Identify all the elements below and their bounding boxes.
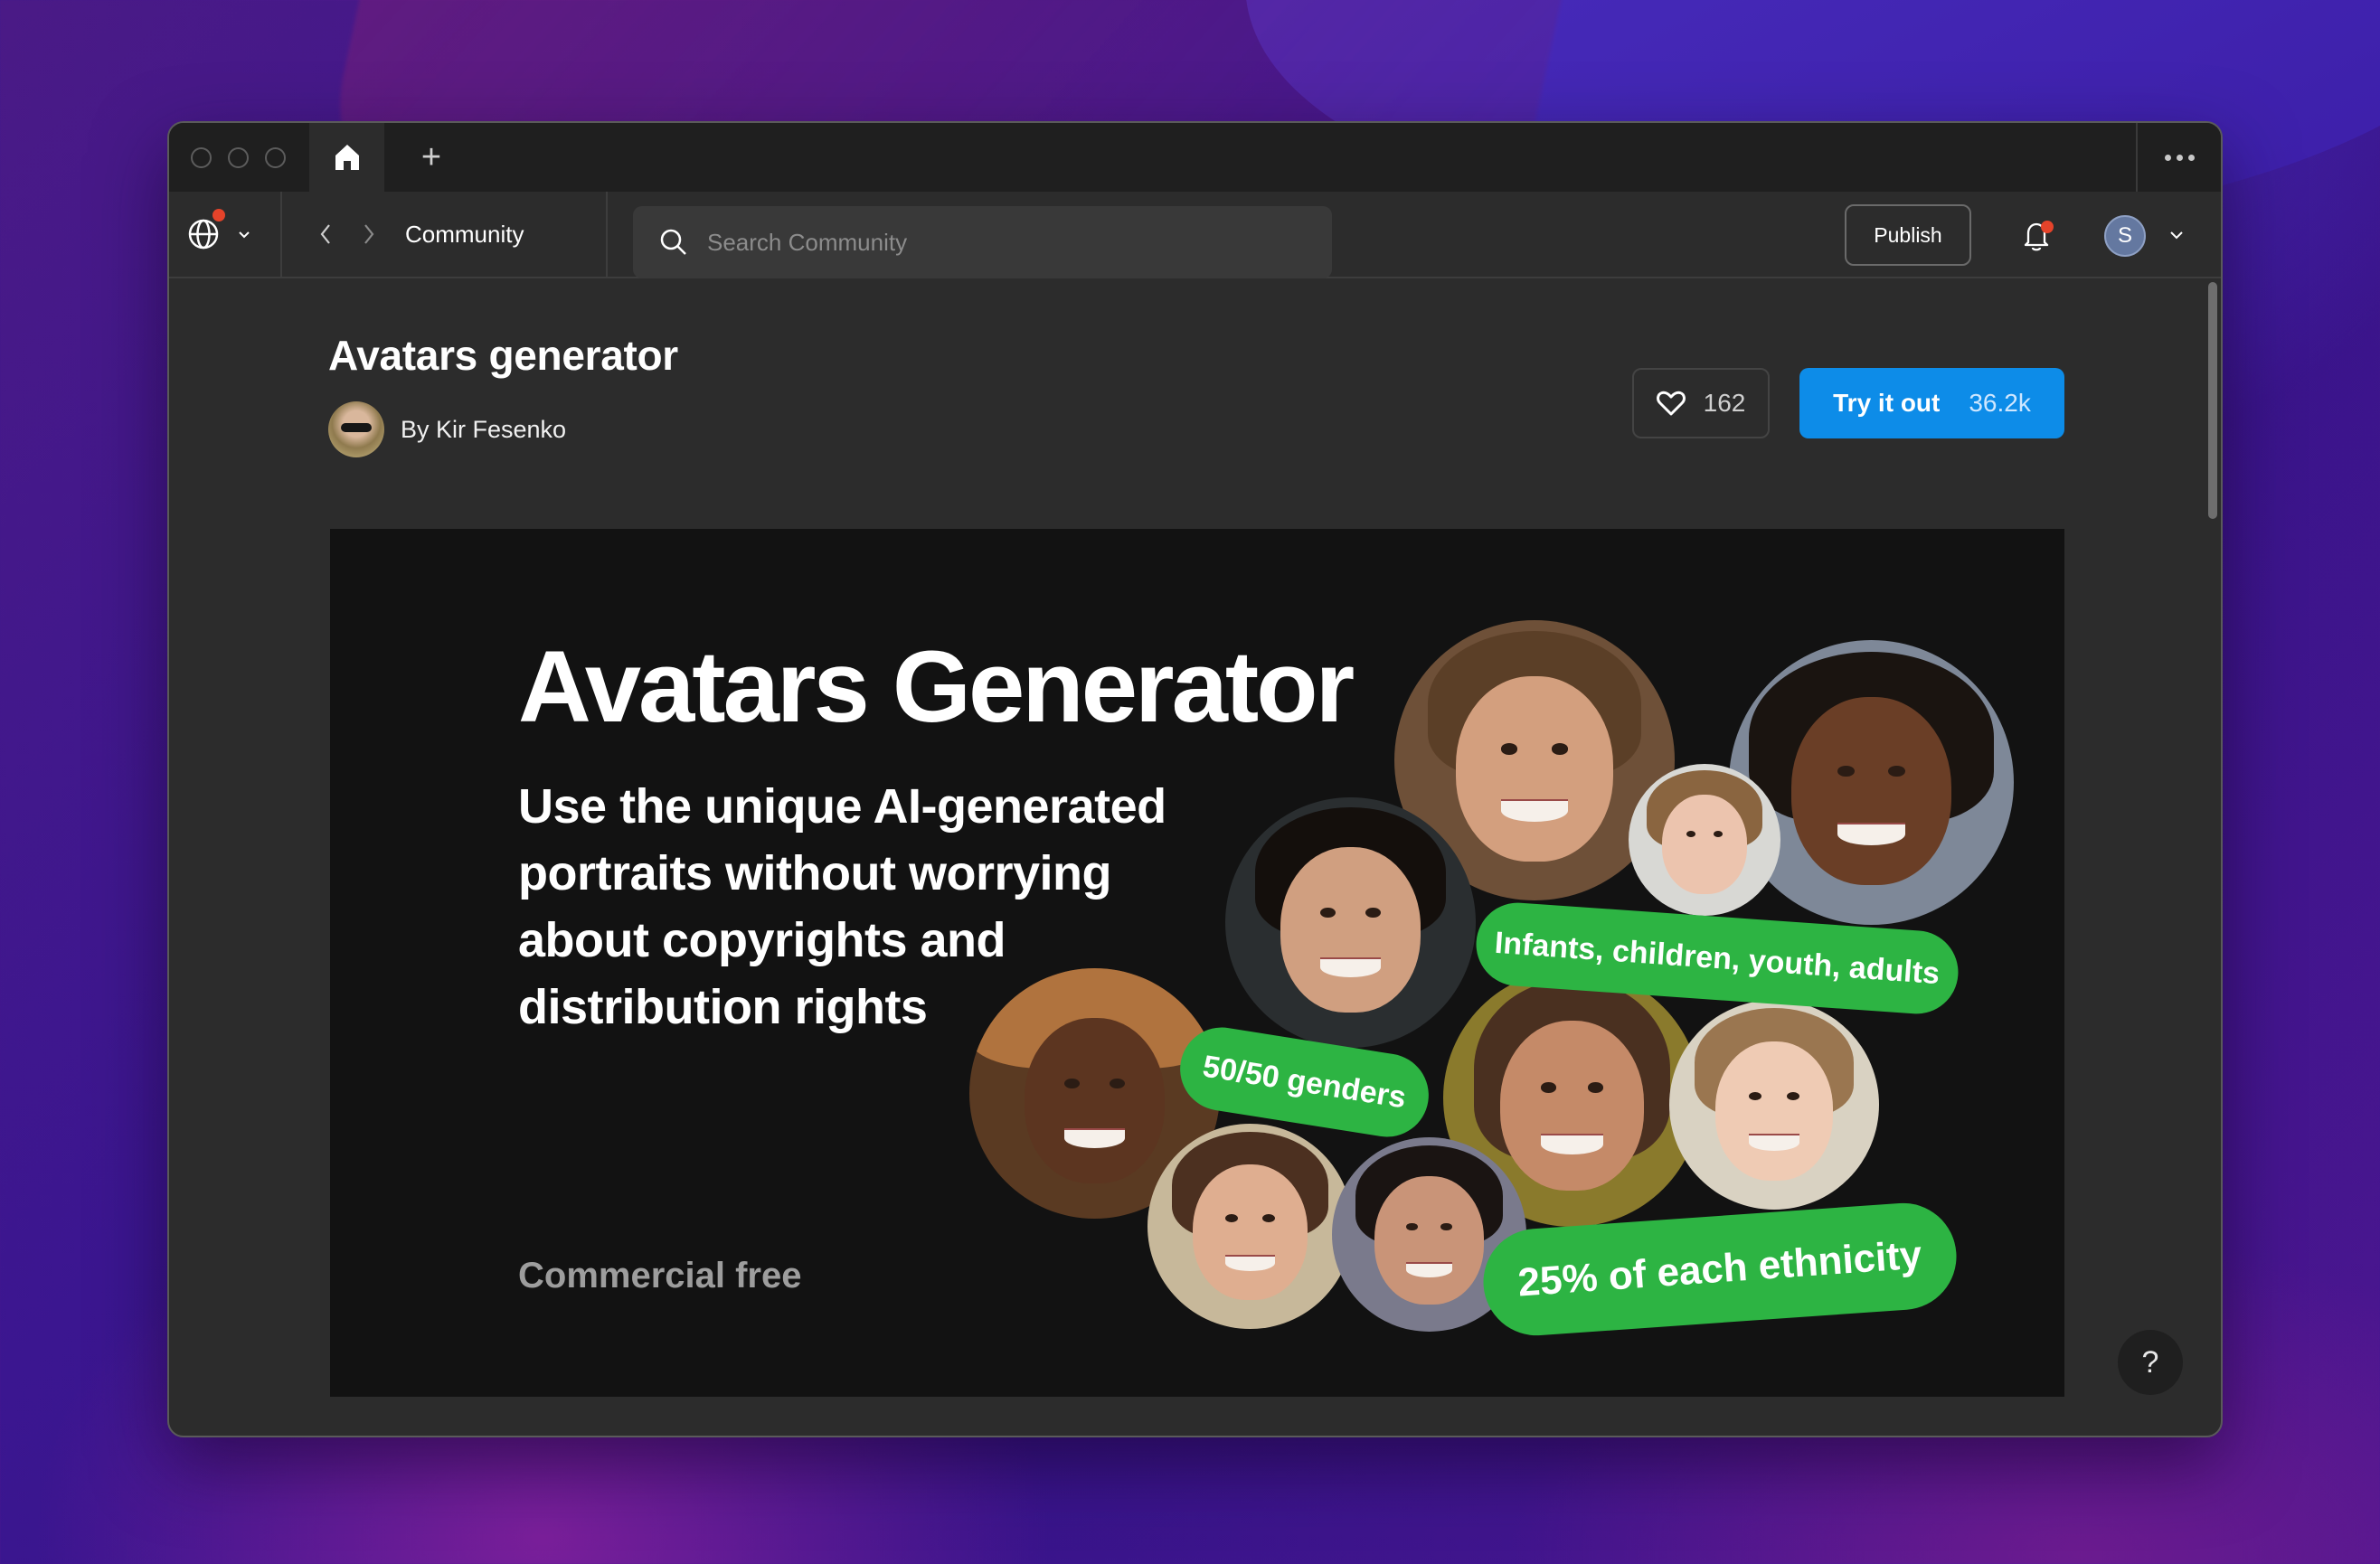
home-icon [335, 145, 359, 170]
banner-footer: Commercial free [518, 1256, 802, 1295]
eye [1551, 743, 1569, 755]
eye [1837, 765, 1855, 777]
chevron-left-icon [320, 224, 330, 244]
search-icon [660, 229, 686, 255]
skin [1791, 697, 1951, 885]
breadcrumb[interactable]: Community [405, 221, 524, 249]
like-count: 162 [1703, 389, 1746, 417]
smile [1541, 1134, 1603, 1155]
chevron-down-icon [239, 231, 250, 239]
eye [1541, 1082, 1557, 1093]
author-name: By Kir Fesenko [401, 415, 567, 443]
skin [1661, 794, 1748, 895]
globe-icon [187, 209, 225, 250]
eye [1500, 743, 1518, 755]
eye [1405, 1222, 1418, 1231]
smile [1837, 822, 1906, 845]
skin [1192, 1164, 1308, 1301]
dot [2187, 154, 2195, 161]
notification-dot [2041, 221, 2054, 233]
back-button[interactable] [309, 218, 342, 250]
chevron-right-icon [364, 224, 374, 244]
notification-dot [212, 209, 225, 221]
usage-count: 36.2k [1969, 389, 2031, 417]
more-horizontal-icon [2164, 154, 2171, 161]
portrait-image [1225, 797, 1476, 1048]
maximize-window-button[interactable] [265, 147, 286, 168]
notifications-button[interactable] [2014, 213, 2059, 259]
navigation: Community [282, 192, 608, 277]
try-label: Try it out [1833, 389, 1941, 417]
eye [1686, 830, 1695, 837]
portrait-image [1148, 1124, 1353, 1329]
window-controls [191, 147, 286, 168]
dot [2176, 154, 2183, 161]
forward-button[interactable] [353, 218, 385, 250]
tab-home[interactable] [309, 123, 384, 192]
page-title: Avatars generator [328, 332, 678, 379]
toolbar: Community Publish S [169, 192, 2221, 278]
eye [1587, 1082, 1603, 1093]
eye [1064, 1078, 1080, 1088]
smile [1405, 1261, 1453, 1277]
skin [1499, 1021, 1645, 1192]
portrait-image [1669, 1000, 1879, 1210]
skin [1456, 676, 1613, 862]
try-it-out-button[interactable]: Try it out 36.2k [1799, 368, 2064, 438]
skin [1280, 847, 1421, 1013]
eye [1262, 1213, 1275, 1222]
minimize-window-button[interactable] [228, 147, 249, 168]
portrait-image [1629, 764, 1780, 916]
more-options-button[interactable] [2136, 123, 2221, 192]
close-window-button[interactable] [191, 147, 212, 168]
eye [1225, 1213, 1238, 1222]
banner-title: Avatars Generator [518, 630, 1355, 743]
author-avatar [328, 401, 384, 457]
language-menu-button[interactable] [169, 192, 282, 277]
user-avatar[interactable]: S [2104, 215, 2146, 257]
scrollbar[interactable] [2208, 282, 2217, 519]
publish-button[interactable]: Publish [1845, 204, 1971, 266]
skin [1715, 1041, 1833, 1181]
eye [1365, 907, 1381, 918]
heart-icon [1656, 391, 1686, 416]
smile [1749, 1134, 1799, 1152]
eye [1320, 907, 1336, 918]
app-window: + Community Search Community Publish S A… [167, 121, 2223, 1437]
help-button[interactable]: ? [2118, 1330, 2183, 1395]
search-input[interactable] [707, 228, 1250, 257]
author-info[interactable]: By Kir Fesenko [328, 401, 566, 457]
skin [1024, 1018, 1166, 1184]
eye [1714, 830, 1724, 837]
eye [1110, 1078, 1125, 1088]
like-button[interactable]: 162 [1632, 368, 1770, 438]
cover-image: Avatars Generator Use the unique AI-gene… [330, 529, 2064, 1397]
chevron-down-icon[interactable] [2166, 224, 2187, 246]
skin [1374, 1176, 1484, 1305]
new-tab-button[interactable]: + [404, 123, 458, 192]
portrait-image [1729, 640, 2014, 925]
title-bar: + [169, 123, 2221, 192]
search-bar[interactable] [633, 206, 1332, 278]
